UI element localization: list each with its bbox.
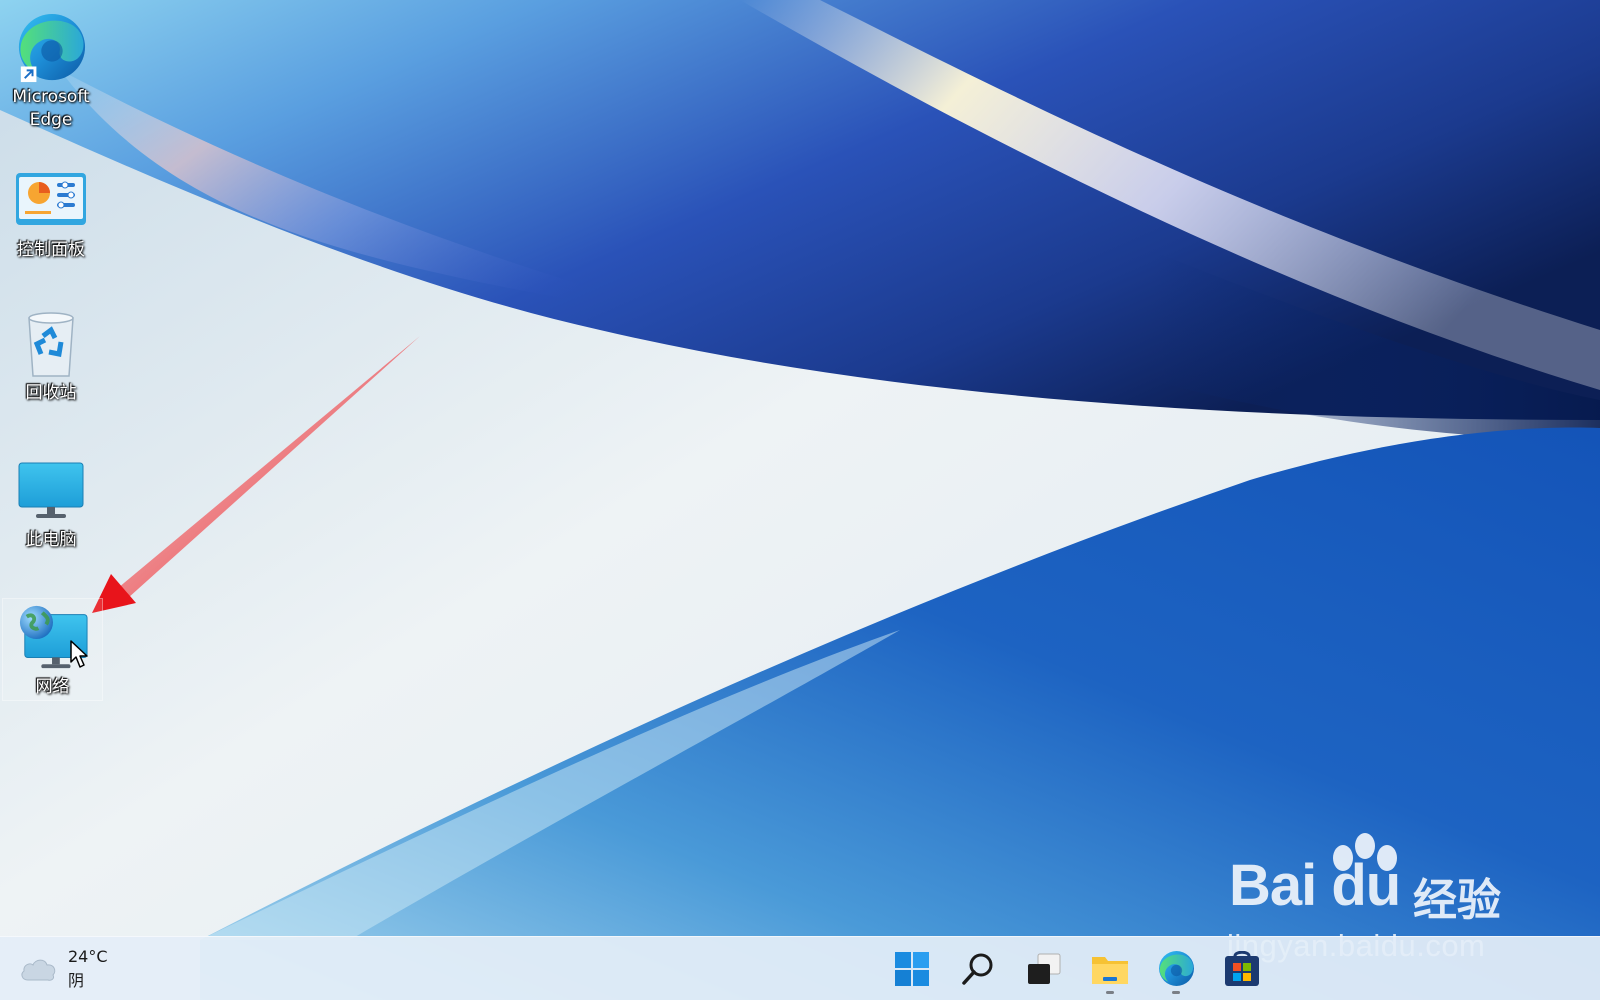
desktop-icon-label: 此电脑: [25, 530, 77, 550]
this-pc-icon: [15, 455, 87, 527]
file-explorer-button[interactable]: [1082, 943, 1138, 995]
start-button[interactable]: [884, 943, 940, 995]
desktop-icon-this-pc[interactable]: 此电脑: [6, 455, 96, 552]
desktop-icon-control-panel[interactable]: 控制面板: [6, 165, 96, 262]
running-indicator: [1106, 991, 1114, 994]
desktop-icon-edge[interactable]: Microsoft Edge: [6, 12, 96, 132]
wallpaper: [0, 0, 1600, 1000]
weather-widget[interactable]: 24°C 阴: [20, 943, 108, 995]
store-button[interactable]: [1214, 943, 1270, 995]
edge-taskbar-button[interactable]: [1148, 943, 1204, 995]
store-icon: [1225, 951, 1259, 986]
taskbar: 24°C 阴: [0, 936, 1600, 1000]
desktop-icon-label: 回收站: [25, 383, 77, 403]
desktop-icon-label: 控制面板: [17, 240, 85, 260]
recycle-bin-icon: [15, 308, 87, 380]
mouse-cursor-icon: [70, 640, 88, 668]
running-indicator: [1172, 991, 1180, 994]
control-panel-icon: [15, 165, 87, 237]
desktop: Microsoft Edge 控制面板 回收站 此电脑 网络 Bai du 经验…: [0, 0, 1600, 1000]
taskbar-apps: [884, 943, 1280, 995]
windows-start-icon: [895, 952, 929, 986]
weather-condition: 阴: [68, 971, 85, 990]
desktop-icon-recycle-bin[interactable]: 回收站: [6, 308, 96, 405]
desktop-icon-label: Microsoft Edge: [12, 87, 90, 130]
edge-icon: [15, 12, 87, 84]
task-view-icon: [1028, 953, 1061, 984]
edge-icon: [1159, 951, 1194, 986]
search-icon: [962, 953, 993, 985]
desktop-icon-label: 网络: [35, 677, 70, 697]
task-view-button[interactable]: [1016, 943, 1072, 995]
cloud-icon: [21, 959, 56, 981]
folder-icon: [1092, 957, 1128, 984]
search-button[interactable]: [950, 943, 1006, 995]
weather-temperature: 24°C: [68, 947, 108, 966]
